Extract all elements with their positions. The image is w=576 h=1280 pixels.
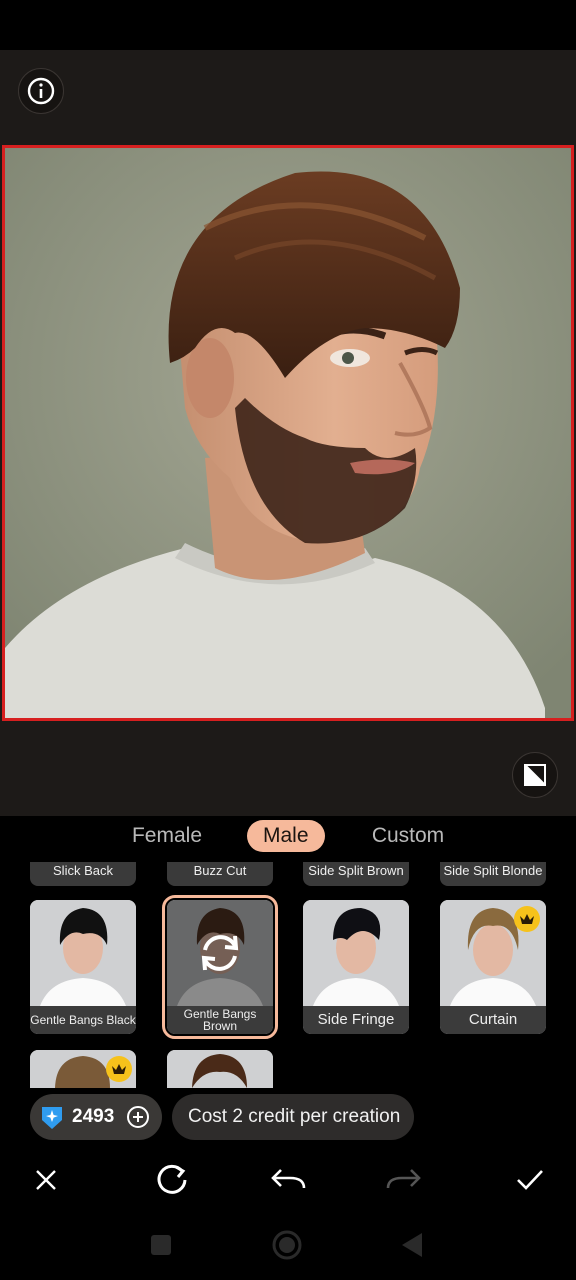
style-item-side-split-brown[interactable]: Side Split Brown	[303, 862, 409, 886]
bottom-toolbar	[0, 1150, 576, 1210]
style-item-row3-1[interactable]	[30, 1050, 136, 1088]
portrait-image	[5, 148, 571, 718]
style-item-curtain[interactable]: Curtain	[440, 900, 546, 1034]
style-label: Gentle Bangs Brown	[167, 1006, 273, 1034]
crown-icon	[520, 914, 534, 924]
style-item-gentle-bangs-black[interactable]: Gentle Bangs Black	[30, 900, 136, 1034]
premium-badge	[106, 1056, 132, 1082]
back-icon[interactable]	[400, 1232, 424, 1258]
crown-icon	[112, 1064, 126, 1074]
style-label: Buzz Cut	[193, 863, 247, 878]
style-item-row3-2[interactable]	[167, 1050, 273, 1088]
close-button[interactable]	[26, 1160, 66, 1200]
status-bar	[0, 0, 576, 50]
undo-icon	[271, 1169, 306, 1189]
style-label: Side Fringe	[303, 1006, 409, 1034]
style-item-side-split-blonde[interactable]: Side Split Blonde	[440, 862, 546, 886]
close-icon	[36, 1170, 56, 1190]
credit-gem-icon	[42, 1107, 62, 1129]
regenerate-button[interactable]	[153, 1160, 193, 1200]
style-label: Side Split Brown	[308, 863, 404, 878]
tab-male[interactable]: Male	[247, 820, 325, 852]
check-icon	[517, 1170, 543, 1190]
info-icon	[27, 77, 55, 105]
confirm-button[interactable]	[510, 1160, 550, 1200]
style-item-slick-back[interactable]: Slick Back	[30, 862, 136, 886]
plus-circle-icon[interactable]	[126, 1105, 150, 1129]
info-button[interactable]	[18, 68, 64, 114]
tab-custom[interactable]: Custom	[364, 820, 452, 852]
credit-balance: 2493	[72, 1106, 115, 1127]
style-item-buzz-cut[interactable]: Buzz Cut	[167, 862, 273, 886]
home-icon[interactable]	[272, 1230, 302, 1260]
style-thumbnail	[303, 900, 409, 1006]
style-thumbnail	[30, 900, 136, 1006]
redo-icon	[386, 1169, 421, 1189]
refresh-icon	[157, 1164, 187, 1194]
recents-icon[interactable]	[150, 1234, 172, 1256]
credits-pill[interactable]: 2493	[30, 1094, 162, 1140]
compare-button[interactable]	[512, 752, 558, 798]
photo-preview[interactable]	[2, 145, 574, 721]
refresh-icon	[201, 935, 239, 971]
redo-button[interactable]	[384, 1160, 424, 1200]
compare-icon	[524, 764, 546, 786]
style-thumbnail	[167, 1050, 273, 1088]
premium-badge	[514, 906, 540, 932]
style-label: Side Split Blonde	[443, 863, 543, 878]
undo-button[interactable]	[268, 1160, 308, 1200]
style-item-side-fringe[interactable]: Side Fringe	[303, 900, 409, 1034]
cost-tooltip: Cost 2 credit per creation	[172, 1094, 415, 1140]
tab-female[interactable]: Female	[128, 820, 206, 852]
system-nav-bar	[0, 1212, 576, 1280]
style-label: Gentle Bangs Black	[30, 1006, 136, 1034]
gender-tabs: Female Male Custom	[0, 820, 576, 854]
style-item-gentle-bangs-brown[interactable]: Gentle Bangs Brown	[162, 895, 278, 1039]
style-label: Slick Back	[53, 863, 113, 878]
style-label: Curtain	[440, 1006, 546, 1034]
